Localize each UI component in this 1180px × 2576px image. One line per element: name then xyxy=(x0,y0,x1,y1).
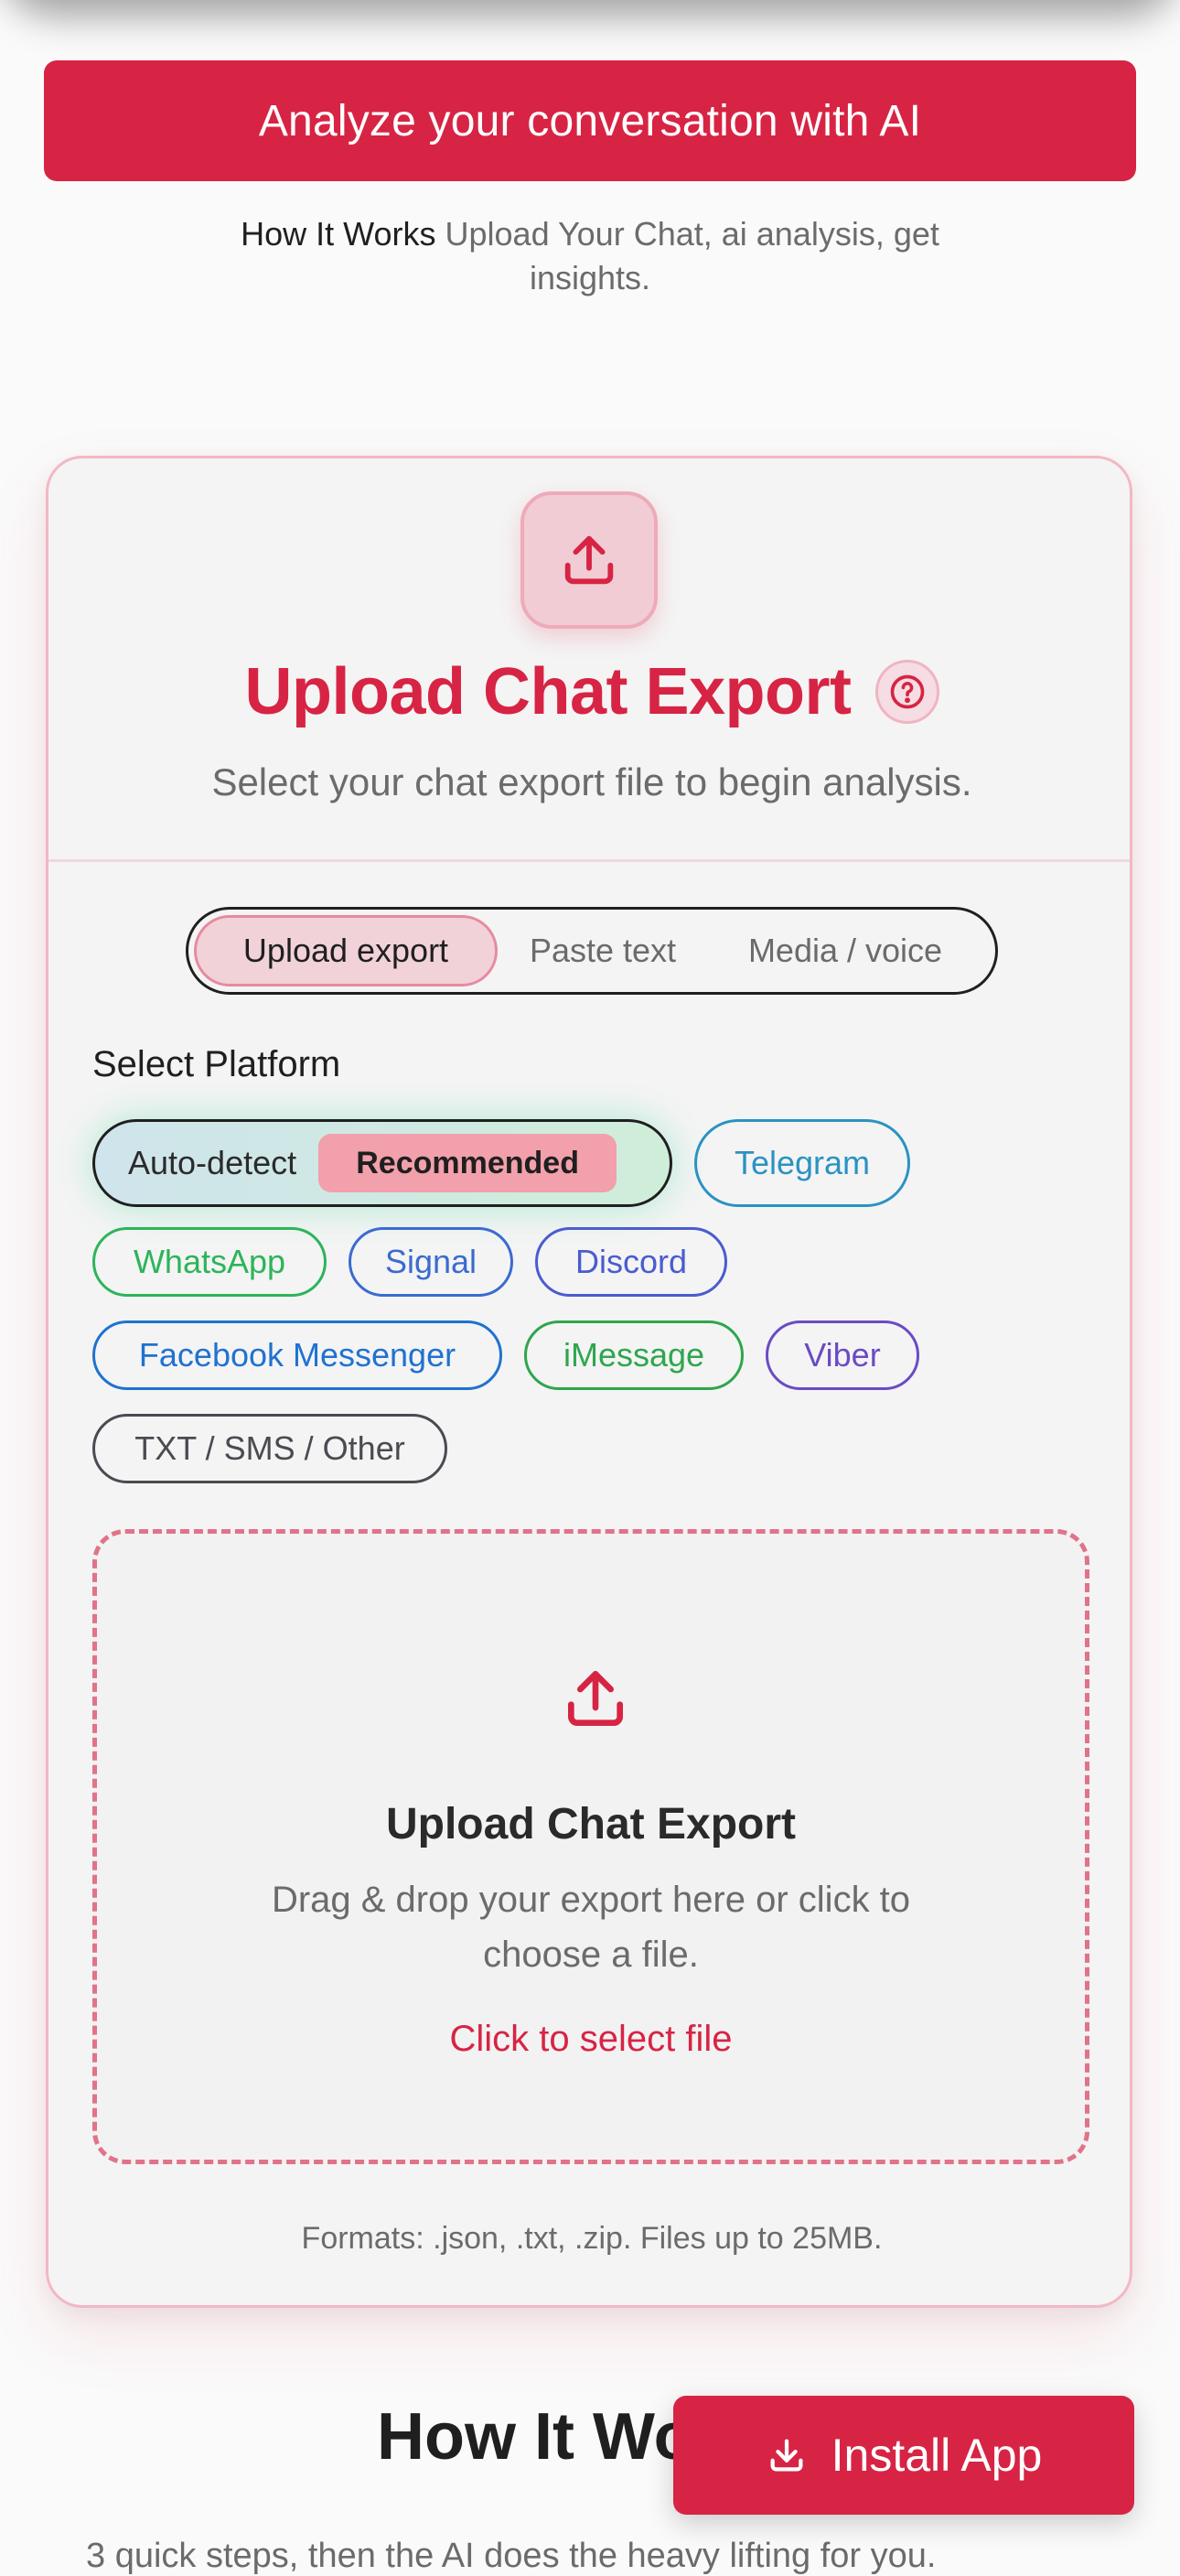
card-title-row: Upload Chat Export xyxy=(48,651,1135,733)
formats-note: Formats: .json, .txt, .zip. Files up to … xyxy=(301,2221,883,2256)
platform-chip-telegram[interactable]: Telegram xyxy=(694,1119,910,1207)
dropzone-title: Upload Chat Export xyxy=(385,1800,796,1848)
upload-icon xyxy=(568,1671,623,1726)
auto-detect-label: Auto-detect xyxy=(128,1144,297,1181)
select-platform-label: Select Platform xyxy=(92,1044,341,1084)
platform-chip-imessage[interactable]: iMessage xyxy=(524,1320,744,1390)
platform-chip-facebook-messenger[interactable]: Facebook Messenger xyxy=(92,1320,502,1390)
how-it-works-summary: How It Works Upload Your Chat, ai analys… xyxy=(183,212,997,300)
tab-paste-text[interactable]: Paste text xyxy=(498,915,708,986)
install-app-button[interactable]: Install App xyxy=(673,2396,1134,2515)
platform-chip-signal[interactable]: Signal xyxy=(349,1227,513,1297)
how-it-works-subtitle: 3 quick steps, then the AI does the heav… xyxy=(86,2537,937,2575)
upload-card: Upload Chat Export Select your chat expo… xyxy=(46,456,1132,2308)
mode-tabs: Upload export Paste text Media / voice xyxy=(186,907,998,995)
card-subtitle: Select your chat export file to begin an… xyxy=(211,760,972,803)
file-dropzone[interactable]: Upload Chat Export Drag & drop your expo… xyxy=(92,1529,1089,2164)
tab-upload-export[interactable]: Upload export xyxy=(194,915,498,986)
install-app-label: Install App xyxy=(831,2430,1043,2481)
how-it-works-label: How It Works xyxy=(241,215,436,253)
upload-icon xyxy=(520,491,658,629)
platform-chip-discord[interactable]: Discord xyxy=(535,1227,727,1297)
dropzone-description: Drag & drop your export here or click to… xyxy=(271,1880,911,1975)
download-icon xyxy=(770,2439,803,2472)
analyze-cta-button[interactable]: Analyze your conversation with AI xyxy=(44,60,1136,181)
select-file-link[interactable]: Click to select file xyxy=(97,2019,1085,2060)
card-title: Upload Chat Export xyxy=(244,655,852,728)
tab-media-voice[interactable]: Media / voice xyxy=(708,915,982,986)
how-it-works-text: Upload Your Chat, ai analysis, get insig… xyxy=(445,215,939,296)
platform-chip-auto-detect[interactable]: Auto-detect Recommended xyxy=(92,1119,672,1207)
platform-chip-viber[interactable]: Viber xyxy=(766,1320,919,1390)
recommended-badge: Recommended xyxy=(318,1134,617,1192)
card-divider xyxy=(48,859,1130,862)
platform-chip-other[interactable]: TXT / SMS / Other xyxy=(92,1414,447,1483)
platform-chip-whatsapp[interactable]: WhatsApp xyxy=(92,1227,327,1297)
question-circle-icon[interactable] xyxy=(874,660,939,724)
